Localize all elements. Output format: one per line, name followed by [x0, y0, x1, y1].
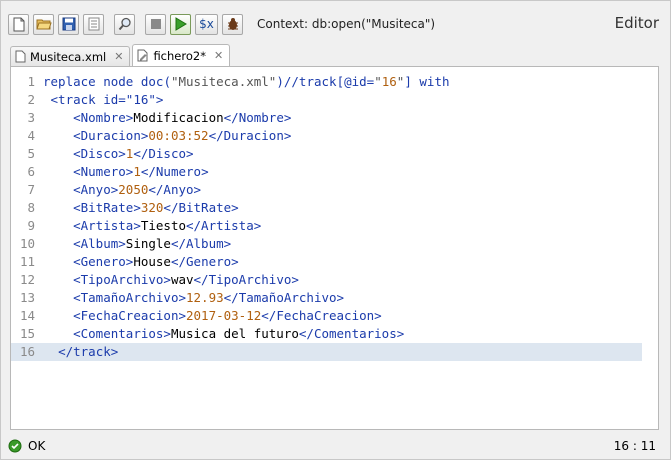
debug-button[interactable] [222, 13, 243, 35]
format-button[interactable] [83, 13, 104, 35]
line-number: 2 [27, 92, 35, 107]
line-number: 12 [19, 272, 35, 287]
save-icon [62, 17, 75, 31]
code-line[interactable]: 3 <Nombre>Modificacion</Nombre> [11, 109, 642, 127]
code-line[interactable]: 2 <track id="16"> [11, 91, 642, 109]
line-number: 4 [27, 128, 35, 143]
code-area[interactable]: 1 replace node doc("Musiteca.xml")//track… [11, 73, 642, 361]
tab-label: fichero2* [153, 48, 206, 63]
line-text: <Disco>1</Disco> [73, 146, 194, 161]
line-number: 10 [19, 236, 35, 251]
toolbar: $x Context: db:open("Musiteca") [8, 11, 435, 37]
stop-button[interactable] [145, 13, 166, 35]
search-button[interactable] [114, 13, 135, 35]
line-text: <BitRate>320</BitRate> [73, 200, 239, 215]
stop-icon [150, 19, 161, 29]
code-line[interactable]: 6 <Numero>1</Numero> [11, 163, 642, 181]
close-icon[interactable]: ✕ [114, 50, 123, 63]
file-icon [15, 50, 26, 63]
line-number: 3 [27, 110, 35, 125]
line-number: 8 [27, 200, 35, 215]
code-line[interactable]: 10 <Album>Single</Album> [11, 235, 642, 253]
modified-file-icon [137, 49, 148, 62]
line-text: <Anyo>2050</Anyo> [73, 182, 202, 197]
line-text: </track> [58, 344, 119, 359]
line-text: <Genero>House</Genero> [73, 254, 239, 269]
tab-fichero2[interactable]: fichero2* ✕ [132, 44, 231, 66]
code-line[interactable]: 15 <Comentarios>Musica del futuro</Comen… [11, 325, 642, 343]
run-button[interactable] [170, 13, 191, 35]
open-folder-icon [35, 19, 52, 30]
open-button[interactable] [33, 13, 54, 35]
code-line[interactable]: 5 <Disco>1</Disco> [11, 145, 642, 163]
context-label: Context: db:open("Musiteca") [257, 17, 436, 31]
code-line[interactable]: 4 <Duracion>00:03:52</Duracion> [11, 127, 642, 145]
code-line[interactable]: 8 <BitRate>320</BitRate> [11, 199, 642, 217]
line-number: 13 [19, 290, 35, 305]
status-text: OK [28, 439, 46, 453]
line-text: <Nombre>Modificacion</Nombre> [73, 110, 292, 125]
tab-label: Musiteca.xml [30, 49, 107, 64]
line-number: 9 [27, 218, 35, 233]
run-icon [175, 17, 187, 31]
tab-musiteca-xml[interactable]: Musiteca.xml ✕ [10, 46, 131, 66]
line-text: <TipoArchivo>wav</TipoArchivo> [73, 272, 299, 287]
code-line[interactable]: 1 replace node doc("Musiteca.xml")//track… [11, 73, 642, 91]
line-text: <FechaCreacion>2017-03-12</FechaCreacion… [73, 308, 382, 323]
line-text: <Duracion>00:03:52</Duracion> [73, 128, 292, 143]
line-text: <Album>Single</Album> [73, 236, 232, 251]
editor-title: Editor [614, 14, 659, 32]
new-file-button[interactable] [8, 13, 29, 35]
save-button[interactable] [58, 13, 79, 35]
format-icon [88, 17, 99, 31]
line-number: 5 [27, 146, 35, 161]
code-line[interactable]: 7 <Anyo>2050</Anyo> [11, 181, 642, 199]
code-line[interactable]: 9 <Artista>Tiesto</Artista> [11, 217, 642, 235]
ok-status-icon [8, 439, 22, 453]
line-text: <track id="16"> [50, 92, 164, 107]
debug-icon [227, 18, 238, 30]
code-line[interactable]: 16 </track> [11, 343, 642, 361]
cursor-position: 16 : 11 [613, 439, 656, 453]
code-line[interactable]: 12 <TipoArchivo>wav</TipoArchivo> [11, 271, 642, 289]
line-text: <Artista>Tiesto</Artista> [73, 218, 262, 233]
line-number: 16 [19, 344, 35, 359]
variables-button[interactable]: $x [195, 13, 218, 35]
line-text: <Comentarios>Musica del futuro</Comentar… [73, 326, 405, 341]
code-line[interactable]: 11 <Genero>House</Genero> [11, 253, 642, 271]
code-line[interactable]: 13 <TamañoArchivo>12.93</TamañoArchivo> [11, 289, 642, 307]
search-icon [118, 17, 131, 31]
tab-bar: Musiteca.xml ✕ fichero2* ✕ [10, 44, 232, 66]
close-icon[interactable]: ✕ [214, 49, 223, 62]
line-number: 6 [27, 164, 35, 179]
status-bar: OK 16 : 11 [8, 436, 662, 456]
new-file-icon [13, 17, 24, 31]
code-line[interactable]: 14 <FechaCreacion>2017-03-12</FechaCreac… [11, 307, 642, 325]
line-number: 15 [19, 326, 35, 341]
line-number: 14 [19, 308, 35, 323]
line-text: <Numero>1</Numero> [73, 164, 209, 179]
line-number: 1 [27, 74, 35, 89]
line-text: replace node doc("Musiteca.xml")//track[… [43, 74, 450, 89]
line-number: 7 [27, 182, 35, 197]
line-text: <TamañoArchivo>12.93</TamañoArchivo> [73, 290, 345, 305]
code-editor[interactable]: 1 replace node doc("Musiteca.xml")//track… [10, 66, 659, 430]
line-number: 11 [19, 254, 35, 269]
